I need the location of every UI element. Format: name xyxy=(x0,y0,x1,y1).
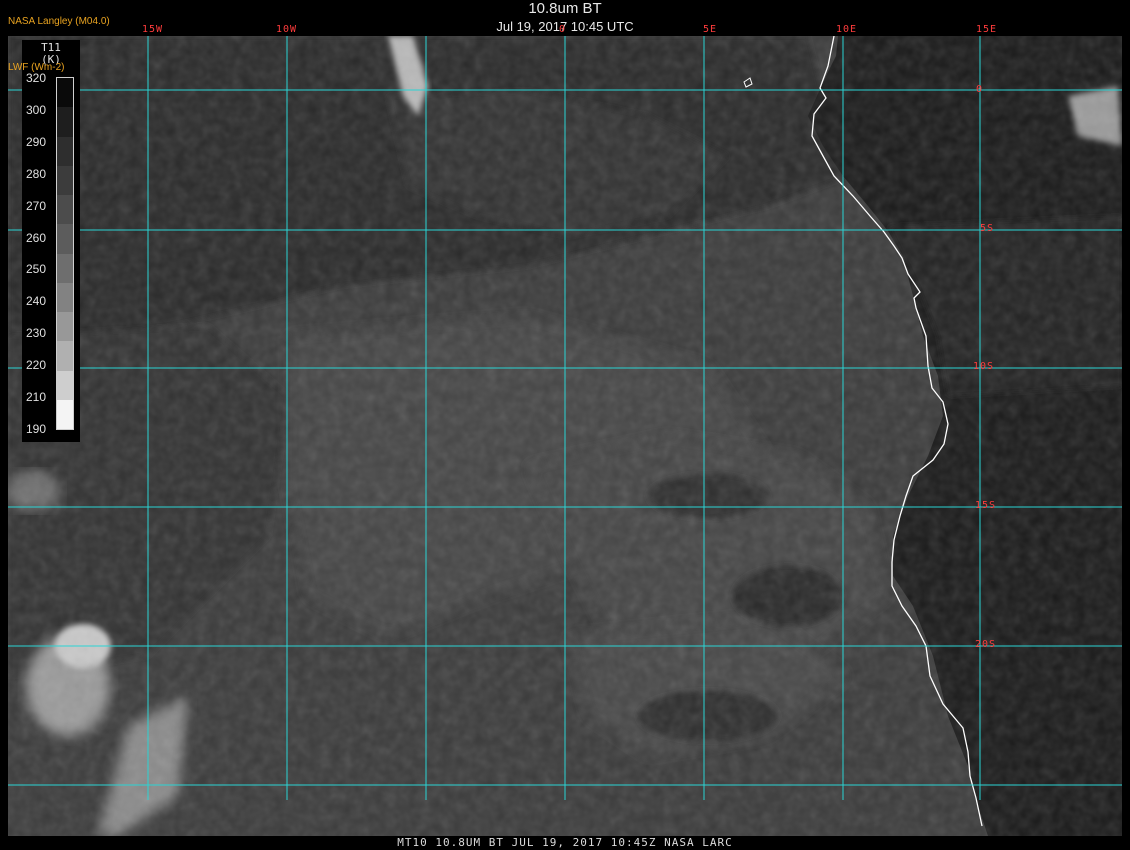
image-title: 10.8um BT xyxy=(528,0,602,17)
legend-swatch xyxy=(57,165,73,195)
legend-swatch xyxy=(57,107,73,137)
legend-tick-label: 320 xyxy=(26,71,47,85)
footer-caption: MT10 10.8UM BT JUL 19, 2017 10:45Z NASA … xyxy=(397,836,733,849)
lon-label-0: 0 xyxy=(559,24,567,35)
lat-label-0: 0 xyxy=(976,84,984,95)
legend-tick-label: 290 xyxy=(26,134,47,149)
legend-swatch xyxy=(57,78,73,108)
legend-tick-label: 280 xyxy=(26,166,47,181)
lon-label-10w: 10W xyxy=(276,24,298,35)
legend-swatch xyxy=(57,136,73,166)
lon-label-15w: 15W xyxy=(142,24,164,35)
satellite-map xyxy=(8,36,1122,836)
legend-tick-label: 230 xyxy=(26,326,47,341)
legend-tick-label: 300 xyxy=(26,102,47,117)
legend-swatch xyxy=(57,312,73,342)
legend-tick-label: 210 xyxy=(26,390,47,404)
product-label: LWF (Wm-2) xyxy=(8,62,65,73)
legend-swatch xyxy=(57,341,73,371)
legend-color-bar xyxy=(56,77,74,430)
legend-swatch xyxy=(57,399,73,429)
legend-tick-label: 190 xyxy=(26,421,47,436)
lon-label-5e: 5E xyxy=(703,24,718,35)
lat-label-15s: 15S xyxy=(975,500,997,511)
organization-label: NASA Langley (M04.0) xyxy=(8,16,110,27)
lat-label-10s: 10S xyxy=(973,361,995,372)
lat-label-20s: 20S xyxy=(975,639,997,650)
legend-swatch xyxy=(57,253,73,283)
legend-swatch xyxy=(57,195,73,225)
lon-label-10e: 10E xyxy=(836,24,858,35)
legend-swatch xyxy=(57,370,73,400)
legend-tick-label: 260 xyxy=(26,230,47,245)
legend-tick-label: 270 xyxy=(26,198,47,213)
lat-label-5s: 5S xyxy=(980,223,995,234)
legend-tick-label: 240 xyxy=(26,294,47,309)
lon-label-15e: 15E xyxy=(976,24,998,35)
legend-tick-label: 250 xyxy=(26,262,47,277)
legend-tick-label: 220 xyxy=(26,358,47,373)
legend-swatch xyxy=(57,224,73,254)
legend-swatch xyxy=(57,282,73,312)
